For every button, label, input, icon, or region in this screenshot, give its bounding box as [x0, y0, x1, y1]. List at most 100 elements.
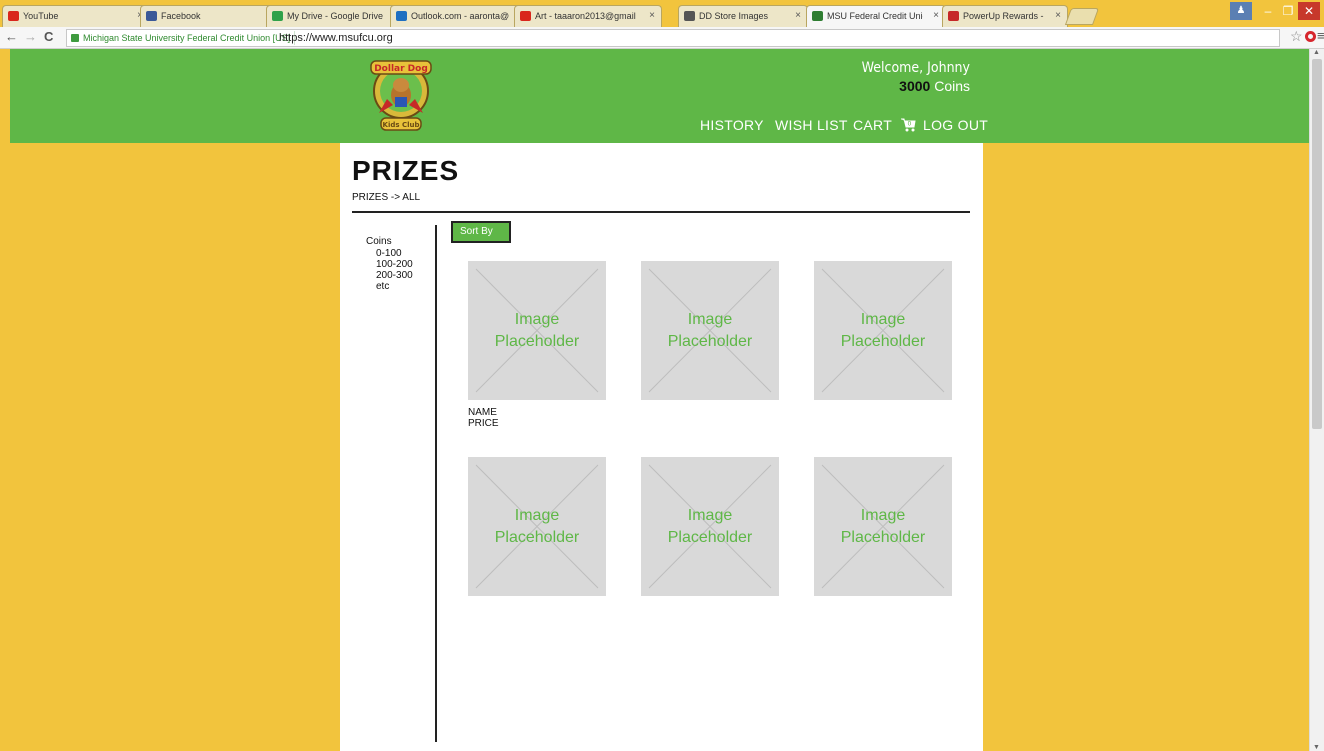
nav-wishlist-link[interactable]: WISH LIST	[775, 117, 848, 133]
product-card[interactable]: Image Placeholder	[814, 261, 952, 400]
scroll-thumb[interactable]	[1312, 59, 1322, 429]
placeholder-line: Placeholder	[840, 529, 926, 546]
dollar-dog-logo[interactable]: Dollar Dog Kids Club	[365, 55, 437, 133]
tab-close-icon[interactable]: ×	[1055, 6, 1061, 26]
scroll-up-arrow-icon[interactable]: ▲	[1313, 49, 1320, 56]
opera-extension-icon[interactable]	[1305, 31, 1316, 42]
facebook-icon	[146, 11, 157, 21]
bookmark-star-icon[interactable]: ☆	[1290, 28, 1303, 45]
sidebar-divider	[435, 225, 437, 742]
browser-tab[interactable]: Art - taaaron2013@gmail ×	[514, 5, 662, 27]
forward-button[interactable]: →	[24, 29, 37, 45]
scroll-down-arrow-icon[interactable]: ▼	[1313, 744, 1320, 751]
placeholder-line: Image	[514, 507, 560, 524]
address-bar[interactable]: Michigan State University Federal Credit…	[66, 29, 1280, 47]
url-text: https://www.msufcu.org	[279, 32, 393, 44]
cart-label: CART	[853, 117, 892, 133]
browser-tab-strip: YouTube × Facebook × My Drive - Google D…	[0, 0, 1324, 27]
gmail-icon	[520, 11, 531, 21]
powerup-icon	[948, 11, 959, 21]
page-title: PRIZES	[352, 155, 460, 186]
placeholder-line: Placeholder	[667, 333, 753, 350]
placeholder-line: Placeholder	[667, 529, 753, 546]
product-price: PRICE	[468, 418, 499, 429]
logo-subtitle: Kids Club	[383, 121, 420, 129]
product-card[interactable]: Image Placeholder	[641, 261, 779, 400]
filter-option[interactable]: 0-100	[366, 248, 413, 259]
placeholder-line: Placeholder	[840, 333, 926, 350]
tab-title: My Drive - Google Drive	[287, 11, 384, 21]
site-header: Dollar Dog Kids Club Welcome, Johnny 300…	[10, 49, 1309, 143]
logo-title: Dollar Dog	[374, 64, 428, 74]
tab-title: Art - taaaron2013@gmail	[535, 11, 636, 21]
browser-tab[interactable]: YouTube ×	[2, 5, 150, 27]
product-name[interactable]: NAME	[468, 407, 499, 418]
placeholder-text: Image Placeholder	[814, 309, 952, 353]
coin-amount: 3000	[899, 78, 931, 94]
cart-count: 0	[907, 121, 911, 128]
placeholder-line: Placeholder	[494, 529, 580, 546]
tab-close-icon[interactable]: ×	[933, 6, 939, 26]
placeholder-text: Image Placeholder	[468, 505, 606, 549]
sort-by-button[interactable]: Sort By	[451, 221, 511, 243]
placeholder-line: Image	[860, 507, 906, 524]
menu-icon[interactable]: ≡	[1317, 28, 1324, 43]
placeholder-text: Image Placeholder	[468, 309, 606, 353]
user-icon[interactable]: ♟	[1230, 2, 1252, 20]
product-caption: NAME PRICE	[468, 407, 499, 429]
tab-title: YouTube	[23, 11, 59, 21]
minimize-button[interactable]: –	[1258, 2, 1278, 20]
tab-close-icon[interactable]: ×	[795, 6, 801, 26]
tab-title: Outlook.com - aaronta@	[411, 11, 510, 21]
product-card[interactable]: Image Placeholder	[814, 457, 952, 596]
tab-title: DD Store Images	[699, 11, 769, 21]
nav-logout-link[interactable]: LOG OUT	[923, 117, 988, 133]
close-window-button[interactable]: ✕	[1298, 2, 1320, 20]
placeholder-line: Image	[860, 311, 906, 328]
maximize-button[interactable]: ❐	[1278, 2, 1298, 20]
welcome-message: Welcome, Johnny	[861, 60, 970, 76]
page-scrollbar[interactable]: ▲ ▼	[1309, 49, 1324, 751]
msufcu-icon	[812, 11, 823, 21]
filter-sidebar: Coins 0-100 100-200 200-300 etc	[366, 236, 413, 292]
placeholder-line: Image	[514, 311, 560, 328]
ev-certificate-label: Michigan State University Federal Credit…	[83, 33, 291, 43]
product-card[interactable]: Image Placeholder	[468, 457, 606, 596]
product-card[interactable]: Image Placeholder	[641, 457, 779, 596]
placeholder-text: Image Placeholder	[814, 505, 952, 549]
browser-tab[interactable]: DD Store Images ×	[678, 5, 808, 27]
filter-heading-coins: Coins	[366, 236, 392, 247]
back-button[interactable]: ←	[5, 29, 18, 45]
nav-history-link[interactable]: HISTORY	[700, 117, 764, 133]
placeholder-line: Image	[687, 507, 733, 524]
product-card[interactable]: Image Placeholder	[468, 261, 606, 400]
filter-option[interactable]: etc	[366, 281, 413, 292]
filter-option[interactable]: 200-300	[366, 270, 413, 281]
filter-option[interactable]: 100-200	[366, 259, 413, 270]
coin-balance: 3000 Coins	[770, 78, 970, 95]
placeholder-line: Placeholder	[494, 333, 580, 350]
site-nav: HISTORY WISH LIST CART 0 LOG OUT	[700, 117, 988, 137]
breadcrumb[interactable]: PRIZES -> ALL	[352, 192, 420, 203]
placeholder-line: Image	[687, 311, 733, 328]
new-tab-button[interactable]	[1064, 8, 1100, 25]
reload-button[interactable]: C	[44, 29, 53, 45]
coin-label: Coins	[934, 78, 970, 94]
title-divider	[352, 211, 970, 213]
outlook-icon	[396, 11, 407, 21]
tab-title: MSU Federal Credit Union	[827, 11, 923, 21]
placeholder-text: Image Placeholder	[641, 309, 779, 353]
main-content: PRIZES PRIZES -> ALL Coins 0-100 100-200…	[340, 143, 983, 751]
lock-icon	[71, 34, 79, 42]
tab-title: Facebook	[161, 11, 201, 21]
ev-certificate-badge[interactable]: Michigan State University Federal Credit…	[69, 31, 296, 45]
browser-tab-active[interactable]: MSU Federal Credit Union ×	[806, 5, 946, 27]
page-viewport: Dollar Dog Kids Club Welcome, Johnny 300…	[10, 49, 1309, 751]
nav-cart-link[interactable]: CART 0	[853, 117, 916, 133]
browser-toolbar: ← → C Michigan State University Federal …	[0, 27, 1324, 49]
google-drive-icon	[272, 11, 283, 21]
image-icon	[684, 11, 695, 21]
youtube-icon	[8, 11, 19, 21]
browser-tab[interactable]: PowerUp Rewards - Home ×	[942, 5, 1068, 27]
tab-close-icon[interactable]: ×	[649, 6, 655, 26]
